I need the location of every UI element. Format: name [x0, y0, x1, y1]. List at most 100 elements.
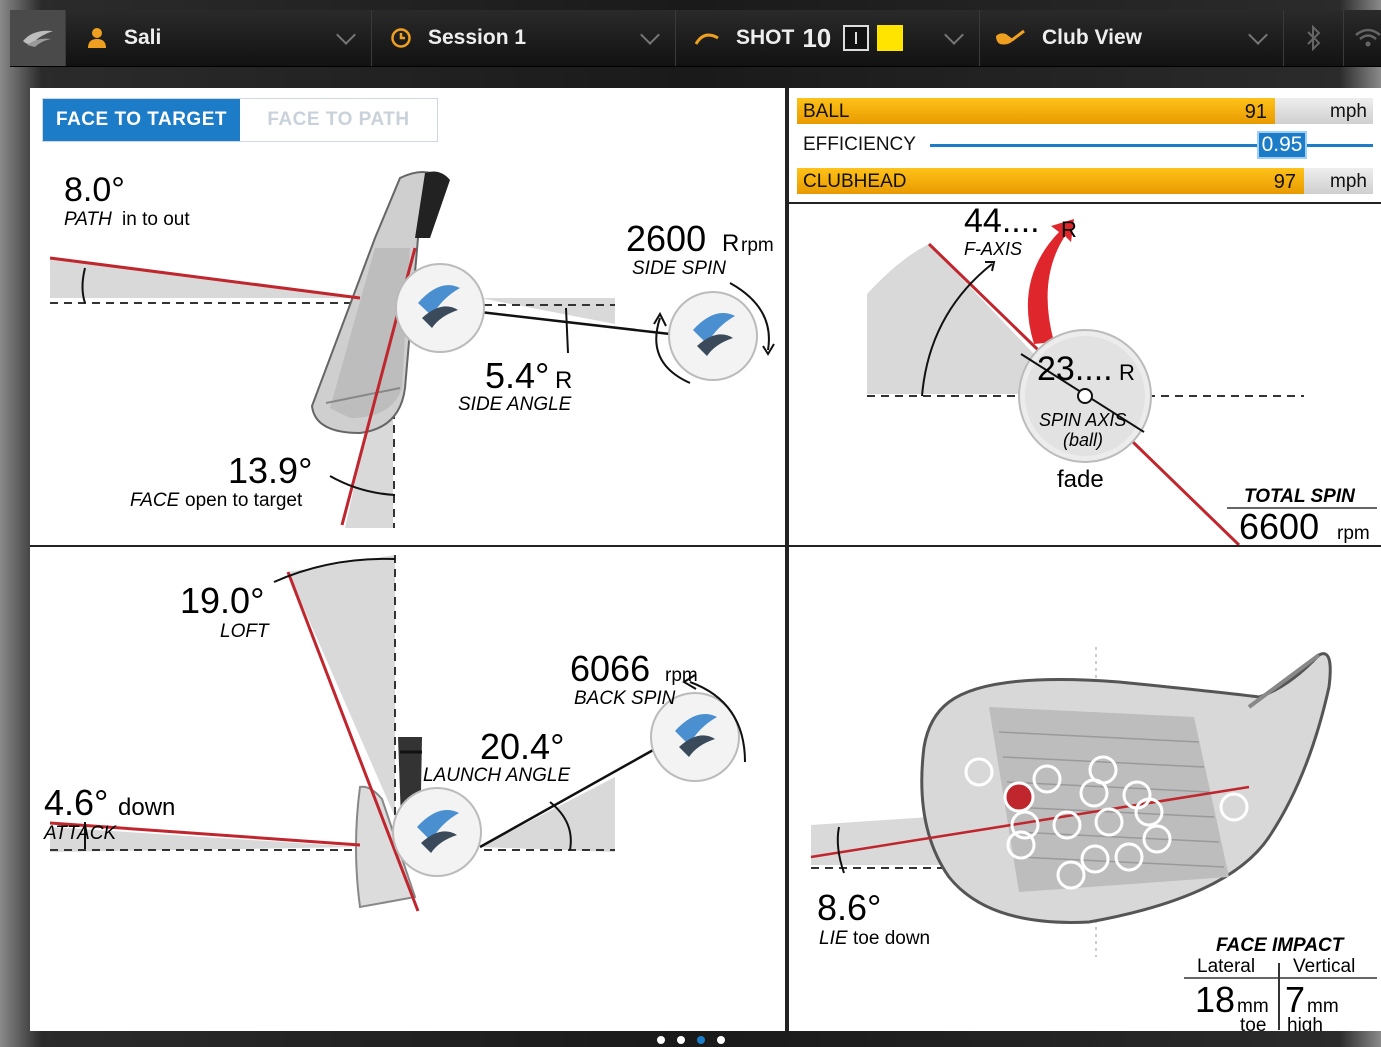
chevron-down-icon	[1248, 25, 1268, 45]
total-spin-unit: rpm	[1337, 523, 1370, 544]
user-name: Sali	[124, 26, 162, 49]
loft-wedge	[288, 555, 395, 817]
shot-number: 10	[802, 22, 832, 53]
side-spin-label: SIDE SPIN	[632, 258, 726, 279]
lateral-unit: mm	[1237, 996, 1269, 1017]
brand-logo-button[interactable]	[10, 10, 66, 66]
loft-label: LOFT	[220, 621, 270, 642]
clubhead-speed-value: 97	[1273, 171, 1296, 193]
face-diagram: 8.0° PATH in to out 2600 R rpm SIDE SPIN…	[49, 171, 775, 528]
lateral-label: Lateral	[1197, 956, 1255, 977]
side-angle-label: SIDE ANGLE	[458, 394, 572, 415]
face-desc: open to target	[185, 490, 303, 511]
f-axis-label: F-AXIS	[964, 239, 1022, 259]
wifi-button[interactable]	[1344, 10, 1381, 66]
back-spin-value: 6066	[570, 648, 650, 689]
face-impact-panel: 8.6° LIE toe down FACE IMPACT Lateral Ve…	[789, 547, 1381, 1031]
total-spin-label: TOTAL SPIN	[1244, 486, 1356, 507]
clubhead-speed-label: CLUBHEAD	[803, 171, 907, 192]
user-selector[interactable]: Sali	[68, 10, 372, 66]
lie-value: 8.6°	[817, 887, 881, 928]
club-icon	[996, 29, 1025, 45]
launch-wedge	[480, 777, 615, 852]
shot-selector[interactable]: SHOT 10	[676, 10, 980, 66]
session-name: Session 1	[428, 26, 527, 49]
path-value: 8.0°	[64, 171, 125, 209]
page-dot-active[interactable]	[696, 1036, 705, 1044]
shot-flag-box	[843, 25, 870, 51]
vertical-unit: mm	[1307, 996, 1339, 1017]
lie-desc: toe down	[853, 928, 930, 949]
path-desc: in to out	[122, 209, 190, 230]
face-value: 13.9°	[228, 450, 312, 491]
launch-diagram: 19.0° LOFT 6066 rpm BACK SPIN 20.4° LAUN…	[43, 555, 746, 912]
loft-value: 19.0°	[180, 580, 264, 621]
vertical-dir: high	[1287, 1015, 1323, 1031]
shot-shape: fade	[1057, 466, 1104, 493]
ball-speed-fill	[797, 98, 1276, 124]
launch-panel: 19.0° LOFT 6066 rpm BACK SPIN 20.4° LAUN…	[30, 547, 785, 1031]
lie-label: LIE	[819, 928, 848, 949]
view-selector[interactable]: Club View	[980, 10, 1284, 66]
wifi-icon	[1354, 28, 1381, 47]
face-label: FACE	[130, 490, 180, 511]
current-impact-dot	[1003, 781, 1035, 813]
ball-speed-unit: mph	[1330, 101, 1367, 122]
lateral-value: 18	[1195, 979, 1235, 1020]
spin-axis-dir: R	[1119, 360, 1135, 385]
efficiency-row: EFFICIENCY 0.95	[797, 131, 1373, 161]
vertical-label: Vertical	[1293, 956, 1355, 977]
page-dot[interactable]	[716, 1036, 725, 1044]
side-spin-value: 2600	[626, 218, 706, 259]
attack-label: ATTACK	[43, 823, 117, 844]
face-angle-panel: FACE TO TARGET FACE TO PATH 8.0° PATH in…	[30, 88, 785, 545]
f-axis-dir: R	[1061, 217, 1077, 242]
clock-icon	[391, 28, 411, 48]
golf-ball-image	[392, 787, 482, 877]
clubhead-speed-bar: CLUBHEAD 97 mph	[797, 168, 1373, 194]
launch-value: 20.4°	[480, 726, 564, 767]
clubhead-speed-unit: mph	[1330, 171, 1367, 192]
session-selector[interactable]: Session 1	[372, 10, 676, 66]
ball-speed-value: 91	[1244, 101, 1267, 123]
side-spin-dir: R	[722, 230, 739, 257]
shot-color-marker	[877, 25, 904, 51]
attack-value: 4.6°	[44, 782, 108, 823]
total-spin-value: 6600	[1239, 506, 1319, 545]
bluetooth-button[interactable]	[1284, 10, 1344, 66]
attack-dir: down	[118, 794, 175, 821]
bluetooth-icon	[1306, 25, 1320, 51]
chevron-down-icon	[944, 25, 964, 45]
top-bar: Sali Session 1 SHOT 10 Club View	[10, 10, 1381, 67]
side-angle-value: 5.4°	[485, 355, 549, 396]
back-spin-label: BACK SPIN	[574, 688, 676, 709]
side-spin-unit: rpm	[741, 235, 774, 256]
page-dot[interactable]	[656, 1036, 665, 1044]
side-angle-dir: R	[555, 367, 572, 394]
page-dot[interactable]	[676, 1036, 685, 1044]
person-icon	[88, 28, 106, 48]
spin-axis-diagram: 44.... R F-AXIS 23.... R SPIN AXIS (ball…	[867, 204, 1377, 545]
spin-axis-sub: (ball)	[1063, 430, 1103, 450]
speed-panel: BALL 91 mph EFFICIENCY 0.95 CLUBHEAD 97 …	[789, 88, 1381, 202]
golf-ball-image	[395, 263, 485, 353]
shot-arc-icon	[694, 33, 719, 45]
view-name: Club View	[1042, 26, 1142, 49]
chevron-down-icon	[336, 25, 356, 45]
ball-speed-bar: BALL 91 mph	[797, 98, 1373, 124]
shot-prefix: SHOT	[736, 26, 795, 49]
face-impact-title: FACE IMPACT	[1216, 935, 1345, 956]
efficiency-label: EFFICIENCY	[803, 134, 916, 155]
launch-label: LAUNCH ANGLE	[423, 765, 570, 786]
f-axis-value: 44....	[964, 204, 1040, 240]
spin-axis-label: SPIN AXIS	[1039, 410, 1126, 430]
golf-ball-flight-image	[668, 291, 758, 381]
efficiency-value: 0.95	[1257, 131, 1307, 159]
spin-axis-panel: 44.... R F-AXIS 23.... R SPIN AXIS (ball…	[789, 204, 1381, 545]
dashboard: FACE TO TARGET FACE TO PATH 8.0° PATH in…	[30, 88, 1381, 1031]
brand-logo-icon	[22, 30, 53, 47]
spin-axis-value: 23....	[1037, 350, 1113, 388]
ball-speed-label: BALL	[803, 101, 850, 122]
path-label: PATH	[64, 209, 112, 230]
back-spin-unit: rpm	[665, 665, 698, 686]
